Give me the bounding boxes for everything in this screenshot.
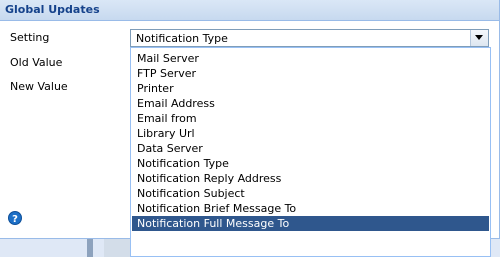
setting-label: Setting: [10, 31, 50, 44]
setting-combobox[interactable]: Notification Type: [130, 29, 489, 47]
setting-combobox-value: Notification Type: [136, 32, 228, 45]
dialog-titlebar[interactable]: Global Updates: [0, 0, 499, 21]
chevron-down-icon[interactable]: [470, 30, 488, 46]
list-item[interactable]: Email from: [132, 111, 489, 126]
setting-dropdown-list[interactable]: Mail Server FTP Server Printer Email Add…: [130, 47, 491, 257]
old-value-label: Old Value: [10, 56, 63, 69]
list-item[interactable]: Notification Brief Message To: [132, 201, 489, 216]
list-item-highlighted[interactable]: Notification Full Message To: [132, 216, 489, 231]
list-item[interactable]: Mail Server: [132, 51, 489, 66]
list-item[interactable]: Notification Type: [132, 156, 489, 171]
dialog-title: Global Updates: [5, 3, 100, 16]
list-item[interactable]: Library Url: [132, 126, 489, 141]
help-icon[interactable]: ?: [8, 211, 22, 225]
list-item[interactable]: Email Address: [132, 96, 489, 111]
list-item[interactable]: Printer: [132, 81, 489, 96]
list-item[interactable]: Notification Reply Address: [132, 171, 489, 186]
list-item[interactable]: Data Server: [132, 141, 489, 156]
new-value-label: New Value: [10, 80, 68, 93]
splitter-grip[interactable]: [87, 239, 93, 257]
background-panel-edge: [104, 239, 130, 257]
list-item[interactable]: Notification Subject: [132, 186, 489, 201]
list-item[interactable]: FTP Server: [132, 66, 489, 81]
svg-text:?: ?: [12, 214, 18, 225]
